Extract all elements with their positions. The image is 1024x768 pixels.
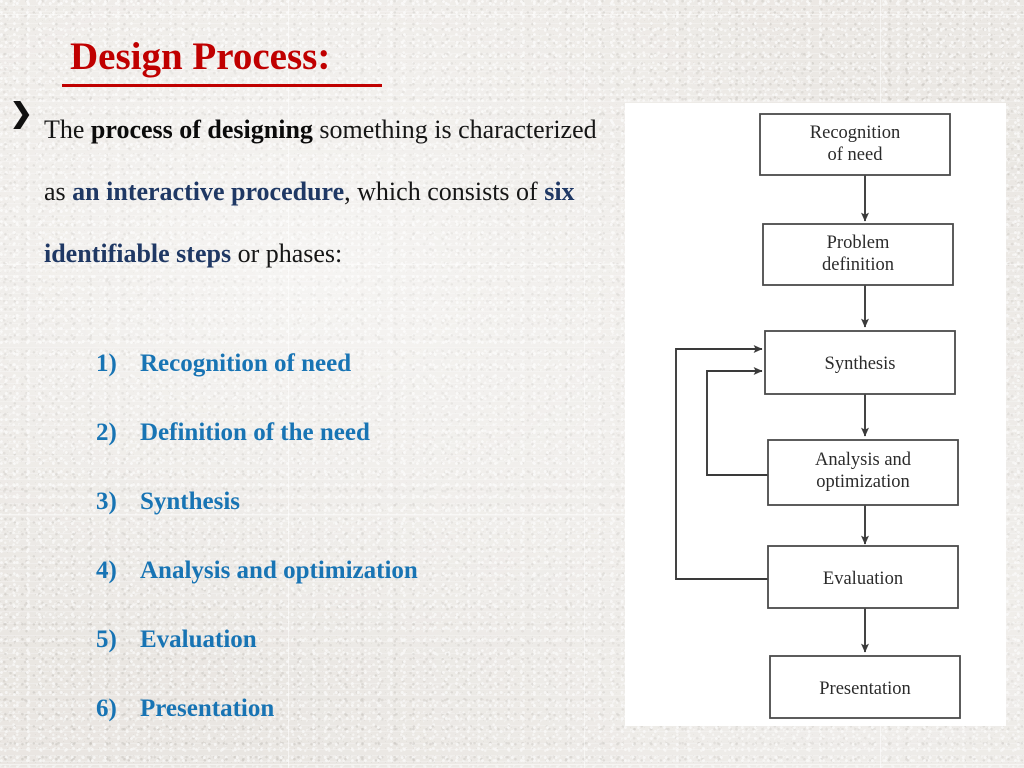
list-item-label: Recognition of need <box>140 350 352 377</box>
left-content-column: Design Process: ❯ The process of designi… <box>0 0 625 768</box>
list-item-label: Definition of the need <box>140 419 370 446</box>
flowchart-label-problem-line2: definition <box>822 255 894 275</box>
list-item-number: 3) <box>96 488 117 515</box>
list-item: 1) Recognition of need <box>96 350 616 419</box>
flowchart-boxes <box>759 113 961 719</box>
flowchart-label-recognition-line2: of need <box>828 145 884 165</box>
list-item: 3) Synthesis <box>96 488 616 557</box>
list-item-number: 2) <box>96 419 117 446</box>
list-item-label: Evaluation <box>140 626 257 653</box>
design-process-flowchart: Recognition of need Problem definition S… <box>675 113 961 719</box>
list-item-number: 4) <box>96 557 117 584</box>
list-item: 2) Definition of the need <box>96 419 616 488</box>
list-item-number: 5) <box>96 626 117 653</box>
paragraph-segment-1: The <box>44 115 91 144</box>
paragraph-segment-4: or phases: <box>231 239 343 268</box>
flowchart-label-analysis-line2: optimization <box>816 472 910 492</box>
flowchart-label-recognition-line1: Recognition <box>810 123 900 143</box>
paragraph-segment-3: , which consists of <box>344 177 545 206</box>
list-item-label: Presentation <box>140 695 275 722</box>
list-item-number: 6) <box>96 695 117 722</box>
feedback-evaluation-to-synthesis <box>675 345 768 580</box>
slide-canvas: Design Process: ❯ The process of designi… <box>0 0 1024 768</box>
flowchart-label-analysis-line1: Analysis and <box>815 450 912 470</box>
page-title: Design Process: <box>70 35 331 78</box>
list-item-label: Synthesis <box>140 488 241 515</box>
flowchart-label-evaluation: Evaluation <box>823 569 903 589</box>
title-underline <box>62 84 382 87</box>
list-item: 5) Evaluation <box>96 626 616 695</box>
flowchart-label-synthesis: Synthesis <box>825 354 896 374</box>
flowchart-label-problem-line1: Problem <box>827 233 890 253</box>
chevron-bullet-icon: ❯ <box>10 98 33 128</box>
list-item: 4) Analysis and optimization <box>96 557 616 626</box>
paragraph-emphasis-1: process of designing <box>90 115 313 144</box>
list-item-label: Analysis and optimization <box>140 557 418 584</box>
flowchart-image-panel: Recognition of need Problem definition S… <box>625 103 1006 726</box>
list-item-number: 1) <box>96 350 117 377</box>
flowchart-label-presentation: Presentation <box>819 679 910 699</box>
numbered-steps-list: 1) Recognition of need 2) Definition of … <box>96 350 616 764</box>
feedback-analysis-to-synthesis <box>706 367 768 476</box>
paragraph-emphasis-2: an interactive procedure <box>72 177 345 206</box>
intro-paragraph: The process of designing something is ch… <box>44 99 624 285</box>
list-item: 6) Presentation <box>96 695 616 764</box>
